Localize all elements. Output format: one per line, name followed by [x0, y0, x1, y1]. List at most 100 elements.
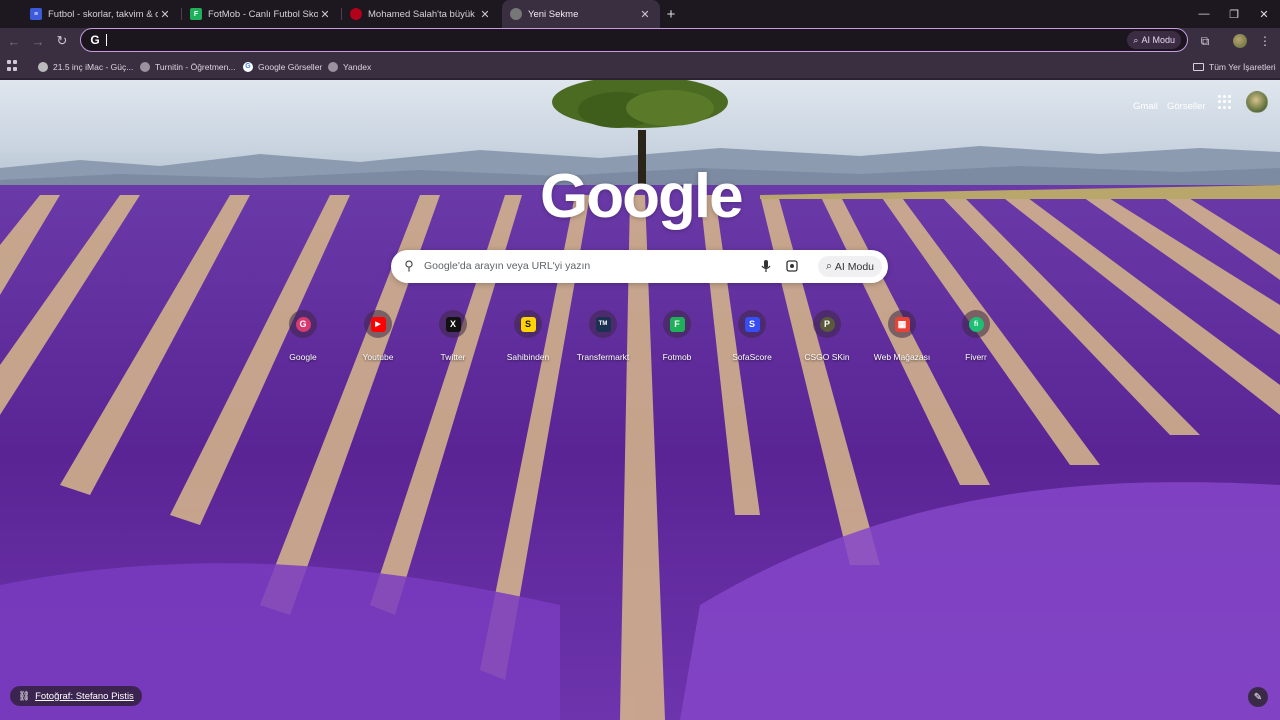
tab-0[interactable]: ≡ Futbol - skorlar, takvim & oranl ✕ — [22, 0, 180, 28]
google-icon: G — [295, 316, 311, 332]
back-button[interactable]: ← — [4, 31, 24, 51]
globe-icon — [328, 61, 338, 72]
shortcut-label: Web Mağazası — [873, 352, 931, 362]
shortcut-icon-wrap: G — [289, 310, 317, 338]
photo-credit-link[interactable]: ⛓ Fotoğraf: Stefano Pistis — [10, 686, 142, 706]
fotmob-icon: F — [669, 316, 685, 332]
tab-2[interactable]: Mohamed Salah'ta büyük sürpriz ✕ — [342, 0, 500, 28]
shortcut-label: Twitter — [440, 352, 466, 362]
fiverr-icon: fi — [968, 316, 984, 332]
shortcut-icon-wrap: X — [439, 310, 467, 338]
sofascore-icon: S — [744, 316, 760, 332]
sahibinden-icon: S — [520, 316, 536, 332]
shortcut-icon-wrap: ▦ — [888, 310, 916, 338]
tab-strip: ≡ Futbol - skorlar, takvim & oranl ✕ F F… — [0, 0, 1280, 28]
bookmark-item[interactable]: Turnitin - Öğretmen... — [140, 58, 235, 75]
text-cursor — [106, 34, 107, 46]
shortcut-icon-wrap: F — [663, 310, 691, 338]
shortcut-icon-wrap: ▶ — [364, 310, 392, 338]
shortcut-csgo-skin[interactable]: P CSGO SKin — [791, 310, 861, 370]
shortcut-youtube[interactable]: ▶ Youtube — [342, 310, 412, 370]
shortcut-web-store[interactable]: ▦ Web Mağazası — [866, 310, 936, 370]
shortcut-label: CSGO SKin — [804, 352, 850, 362]
tab-title: Futbol - skorlar, takvim & oranl — [48, 8, 158, 20]
tab-1[interactable]: F FotMob - Canlı Futbol Skorları ✕ — [182, 0, 340, 28]
ai-mode-button[interactable]: ⌕ AI Modu — [1127, 31, 1181, 49]
bookmark-item[interactable]: 21.5 inç iMac - Güç... — [38, 58, 133, 75]
forward-button[interactable]: → — [28, 31, 48, 51]
shortcut-transfermarkt[interactable]: TM Transfermarkt — [567, 310, 637, 370]
shortcut-fotmob[interactable]: F Fotmob — [641, 310, 711, 370]
camera-lens-icon[interactable] — [784, 258, 800, 274]
all-bookmarks-button[interactable]: Tüm Yer İşaretleri — [1193, 58, 1276, 75]
youtube-icon: ▶ — [370, 316, 386, 332]
search-icon: ⚲ — [404, 258, 414, 273]
shortcut-sofascore[interactable]: S SofaScore — [716, 310, 786, 370]
tab-title: FotMob - Canlı Futbol Skorları — [208, 8, 318, 20]
globe-icon — [140, 61, 150, 72]
shortcut-label: Transfermarkt — [576, 352, 630, 362]
shortcut-icon-wrap: S — [514, 310, 542, 338]
sparkle-search-icon: ⌕ — [1133, 34, 1139, 45]
photo-credit-text: Fotoğraf: Stefano Pistis — [35, 690, 134, 702]
shortcut-sahibinden[interactable]: S Sahibinden — [492, 310, 562, 370]
web-store-icon: ▦ — [894, 316, 910, 332]
microphone-icon[interactable] — [758, 258, 774, 274]
bookmark-item[interactable]: G Google Görseller — [243, 58, 322, 75]
shortcut-label: Google — [289, 352, 317, 362]
bookmark-label: 21.5 inç iMac - Güç... — [53, 61, 134, 72]
transfermarkt-icon: TM — [595, 316, 611, 332]
shortcut-fiverr[interactable]: fi Fiverr — [940, 310, 1010, 370]
chrome-icon — [510, 8, 522, 20]
tab-title: Yeni Sekme — [528, 8, 579, 20]
tab-3-active[interactable]: Yeni Sekme ✕ — [502, 0, 660, 28]
bookmark-label: Google Görseller — [258, 61, 323, 72]
reload-button[interactable]: ↻ — [52, 31, 72, 51]
bookmark-item[interactable]: Yandex — [328, 58, 371, 75]
google-logo: Google — [540, 162, 744, 231]
ai-mode-label: AI Modu — [834, 260, 874, 273]
shortcut-twitter[interactable]: X Twitter — [417, 310, 487, 370]
minimize-button[interactable]: — — [1189, 0, 1219, 28]
customize-pencil-icon[interactable]: ✎ — [1248, 687, 1268, 707]
all-bookmarks-label: Tüm Yer İşaretleri — [1209, 61, 1276, 72]
images-link[interactable]: Görseller — [1167, 101, 1206, 112]
link-icon: ⛓ — [18, 690, 31, 702]
apps-icon[interactable] — [7, 60, 19, 72]
new-tab-page: Gmail Görseller Google ⚲ Google'da arayı… — [0, 80, 1280, 720]
close-window-button[interactable]: ✕ — [1249, 0, 1279, 28]
tab-favicon — [350, 8, 362, 20]
google-icon: G — [90, 33, 100, 47]
ntp-search-box[interactable]: ⚲ Google'da arayın veya URL'yi yazın ⌕ A… — [391, 250, 888, 283]
profile-avatar[interactable] — [1230, 31, 1250, 51]
tab-favicon: F — [190, 8, 202, 20]
maximize-button[interactable]: ❐ — [1219, 0, 1249, 28]
ai-mode-button[interactable]: ⌕ AI Modu — [818, 256, 882, 277]
new-tab-button[interactable]: + — [662, 0, 680, 28]
shortcut-google[interactable]: G Google — [267, 310, 337, 370]
menu-icon[interactable]: ⋮ — [1255, 31, 1275, 51]
search-placeholder: Google'da arayın veya URL'yi yazın — [424, 260, 591, 272]
shortcut-icon-wrap: S — [738, 310, 766, 338]
google-apps-icon[interactable] — [1218, 95, 1232, 109]
address-bar[interactable]: G ⌕ AI Modu — [80, 28, 1188, 52]
shortcut-label: Fotmob — [662, 352, 692, 362]
close-icon[interactable]: ✕ — [478, 7, 492, 21]
extensions-icon[interactable]: ⧉ — [1195, 31, 1215, 51]
close-icon[interactable]: ✕ — [158, 7, 172, 21]
bookmark-label: Turnitin - Öğretmen... — [155, 61, 236, 72]
close-icon[interactable]: ✕ — [318, 7, 332, 21]
bookmark-label: Yandex — [343, 61, 372, 72]
gmail-link[interactable]: Gmail — [1133, 101, 1158, 112]
tab-title: Mohamed Salah'ta büyük sürpriz — [368, 8, 478, 20]
ai-mode-label: AI Modu — [1141, 35, 1175, 45]
letter-p-icon: P — [819, 316, 835, 332]
account-avatar[interactable] — [1246, 91, 1268, 113]
shortcut-label: Youtube — [362, 352, 394, 362]
shortcut-icon-wrap: fi — [962, 310, 990, 338]
close-icon[interactable]: ✕ — [638, 7, 652, 21]
tab-favicon: ≡ — [30, 8, 42, 20]
shortcut-label: SofaScore — [732, 352, 772, 362]
shortcut-label: Sahibinden — [506, 352, 550, 362]
shortcut-icon-wrap: P — [813, 310, 841, 338]
